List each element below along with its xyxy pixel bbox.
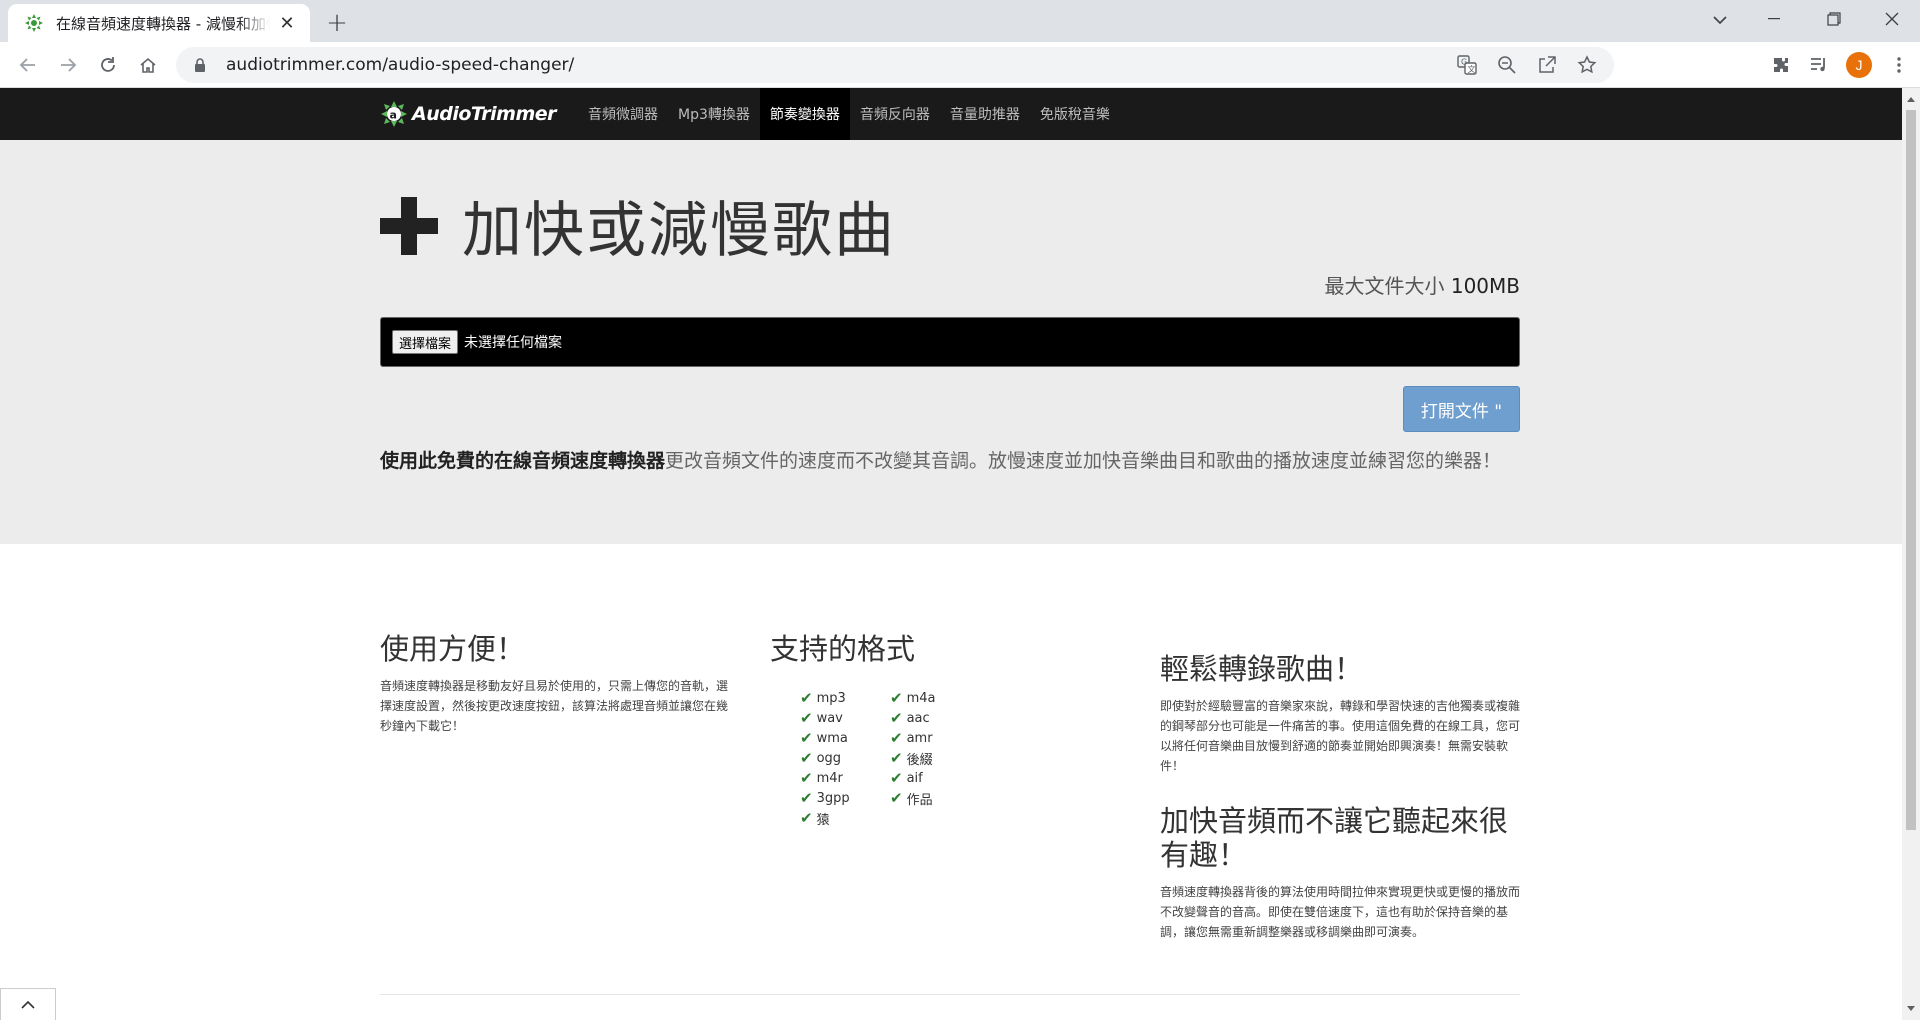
browser-tabbar: 在線音頻速度轉換器 - 減慢和加快 ✕ + xyxy=(0,0,1920,42)
file-input-box[interactable]: 選擇檔案 未選擇任何檔案 xyxy=(380,317,1520,367)
scroll-up-icon[interactable] xyxy=(1902,90,1920,108)
hero-description: 使用此免費的在線音頻速度轉換器更改音頻文件的速度而不改變其音調。放慢速度並加快音… xyxy=(380,447,1520,476)
svg-text:G: G xyxy=(1461,58,1467,67)
media-queue-icon[interactable] xyxy=(1808,54,1830,76)
nav-audio-trimmer[interactable]: 音頻微調器 xyxy=(578,88,668,140)
check-icon: ✔ xyxy=(890,769,903,787)
nav-tempo-changer[interactable]: 節奏變換器 xyxy=(759,88,850,140)
check-icon: ✔ xyxy=(800,769,813,787)
page-title: 加快或減慢歌曲 xyxy=(462,196,896,266)
feature-formats-title: 支持的格式 xyxy=(770,632,916,666)
browser-tab[interactable]: 在線音頻速度轉換器 - 減慢和加快 ✕ xyxy=(8,4,310,42)
audiotrimmer-logo-icon: a xyxy=(381,101,407,127)
hero-description-bold: 使用此免費的在線音頻速度轉換器 xyxy=(380,450,666,472)
check-icon: ✔ xyxy=(890,689,903,707)
check-icon: ✔ xyxy=(800,709,813,727)
format-item: ✔ amr xyxy=(890,729,933,747)
format-item: ✔ 作品 xyxy=(890,789,933,808)
feature-easy-text: 音頻速度轉換器是移動友好且易於使用的，只需上傳您的音軌，選擇速度設置，然後按更改… xyxy=(380,679,729,733)
home-icon[interactable] xyxy=(132,49,164,81)
scrollbar-thumb[interactable] xyxy=(1906,110,1916,830)
format-item: ✔ aac xyxy=(890,709,930,727)
zoom-out-icon[interactable] xyxy=(1496,54,1518,76)
feature-speedup-title: 加快音頻而不讓它聽起來很有趣！ xyxy=(1160,804,1509,872)
feature-speedup: 加快音頻而不讓它聽起來很有趣！ 音頻速度轉換器背後的算法使用時間拉伸來實現更快或… xyxy=(1160,804,1520,942)
format-item: ✔ aif xyxy=(890,769,923,787)
address-bar[interactable]: audiotrimmer.com/audio-speed-changer/ G文 xyxy=(176,47,1614,83)
logo-text: AudioTrimmer xyxy=(412,103,557,125)
check-icon: ✔ xyxy=(800,789,813,807)
site-logo[interactable]: a AudioTrimmer xyxy=(380,100,557,128)
hero-section: 加快或減慢歌曲 最大文件大小 100MB 選擇檔案 未選擇任何檔案 打開文件 "… xyxy=(0,140,1902,544)
forward-arrow-icon[interactable] xyxy=(52,49,84,81)
window-close-icon[interactable] xyxy=(1864,0,1920,38)
feature-transcribe-title: 輕鬆轉錄歌曲！ xyxy=(1160,652,1364,686)
page-scrollbar[interactable] xyxy=(1902,88,1920,1020)
minimize-icon[interactable] xyxy=(1746,0,1802,38)
chevron-up-icon xyxy=(21,1000,35,1009)
browser-toolbar: audiotrimmer.com/audio-speed-changer/ G文… xyxy=(0,42,1920,88)
format-item: ✔ ogg xyxy=(800,749,842,767)
nav-mp3-converter[interactable]: Mp3轉換器 xyxy=(668,88,760,140)
translate-icon[interactable]: G文 xyxy=(1456,54,1478,76)
browser-menu-icon[interactable] xyxy=(1888,54,1910,76)
feature-transcribe: 輕鬆轉錄歌曲！ 即使對於經驗豐富的音樂家來說，轉錄和學習快速的吉他獨奏或複雜的鋼… xyxy=(1160,652,1520,776)
feature-speedup-text: 音頻速度轉換器背後的算法使用時間拉伸來實現更快或更慢的播放而不改變聲音的音高。即… xyxy=(1160,885,1521,939)
check-icon: ✔ xyxy=(890,749,903,767)
new-tab-button[interactable]: + xyxy=(322,8,352,38)
format-item: ✔ wav xyxy=(800,709,843,727)
format-item: ✔ mp3 xyxy=(800,689,846,707)
page-viewport: a AudioTrimmer 音頻微調器 Mp3轉換器 節奏變換器 音頻反向器 … xyxy=(0,88,1902,1020)
extensions-icon[interactable] xyxy=(1770,54,1792,76)
choose-file-button[interactable]: 選擇檔案 xyxy=(392,330,459,354)
site-navbar: a AudioTrimmer 音頻微調器 Mp3轉換器 節奏變換器 音頻反向器 … xyxy=(0,88,1902,140)
tab-search-icon[interactable] xyxy=(1700,4,1740,36)
profile-avatar[interactable]: J xyxy=(1846,52,1872,78)
format-item: ✔ 後綴 xyxy=(890,749,933,768)
format-item: ✔ 3gpp xyxy=(800,789,850,807)
nav-audio-reverser[interactable]: 音頻反向器 xyxy=(850,88,940,140)
feature-transcribe-text: 即使對於經驗豐富的音樂家來說，轉錄和學習快速的吉他獨奏或複雜的鋼琴部分也可能是一… xyxy=(1160,699,1521,773)
format-item: ✔ wma xyxy=(800,729,848,747)
scroll-to-top-button[interactable] xyxy=(0,988,56,1020)
nav-royalty-free-music[interactable]: 免版稅音樂 xyxy=(1030,88,1120,140)
check-icon: ✔ xyxy=(800,809,813,827)
format-item: ✔ 猿 xyxy=(800,809,830,828)
tab-close-icon[interactable]: ✕ xyxy=(276,12,298,34)
reload-icon[interactable] xyxy=(92,49,124,81)
feature-easy-title: 使用方便！ xyxy=(380,632,526,666)
check-icon: ✔ xyxy=(890,729,903,747)
formats-list: ✔ mp3 ✔ m4a ✔ wav ✔ aac ✔ wma ✔ amr ✔ ogg ✔ 後綴 ✔… xyxy=(800,688,1000,828)
check-icon: ✔ xyxy=(890,709,903,727)
check-icon: ✔ xyxy=(800,689,813,707)
svg-text:文: 文 xyxy=(1468,64,1476,74)
svg-text:a: a xyxy=(390,109,397,122)
section-divider xyxy=(380,994,1520,995)
feature-easy: 使用方便！ 音頻速度轉換器是移動友好且易於使用的，只需上傳您的音軌，選擇速度設置… xyxy=(380,632,735,736)
file-status: 未選擇任何檔案 xyxy=(464,335,563,351)
hero-description-rest: 更改音頻文件的速度而不改變其音調。放慢速度並加快音樂曲目和歌曲的播放速度並練習您… xyxy=(665,450,1502,472)
scroll-down-icon[interactable] xyxy=(1902,1000,1920,1018)
bookmark-star-icon[interactable] xyxy=(1576,54,1598,76)
back-arrow-icon[interactable] xyxy=(12,49,44,81)
plus-icon xyxy=(380,196,438,255)
check-icon: ✔ xyxy=(800,729,813,747)
lock-icon[interactable] xyxy=(194,57,208,73)
feature-formats: 支持的格式 xyxy=(770,632,1070,666)
format-item: ✔ m4r xyxy=(800,769,843,787)
url-text: audiotrimmer.com/audio-speed-changer/ xyxy=(226,55,575,75)
max-file-size: 最大文件大小 100MB xyxy=(1324,270,1520,299)
max-size-value: 100MB xyxy=(1450,274,1520,298)
max-size-label: 最大文件大小 xyxy=(1324,274,1445,298)
site-favicon-icon xyxy=(24,13,44,33)
check-icon: ✔ xyxy=(800,749,813,767)
format-item: ✔ m4a xyxy=(890,689,936,707)
open-file-button[interactable]: 打開文件 " xyxy=(1403,386,1520,432)
tab-title: 在線音頻速度轉換器 - 減慢和加快 xyxy=(56,14,270,33)
restore-icon[interactable] xyxy=(1806,0,1862,38)
share-icon[interactable] xyxy=(1536,54,1558,76)
nav-volume-booster[interactable]: 音量助推器 xyxy=(940,88,1030,140)
check-icon: ✔ xyxy=(890,789,903,807)
